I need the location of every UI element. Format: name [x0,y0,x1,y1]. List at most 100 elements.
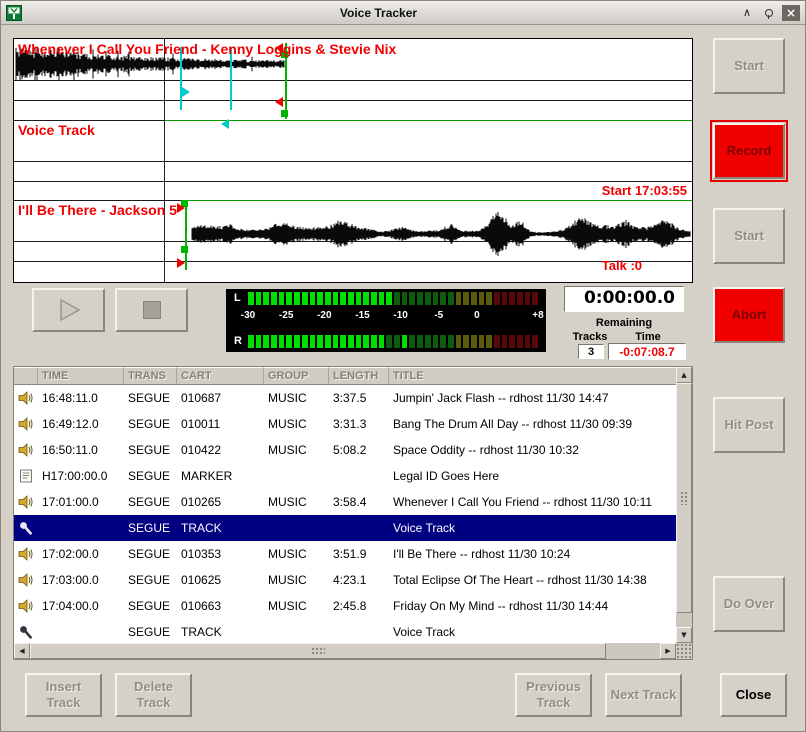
meter-segment [379,335,385,348]
hit-post-button[interactable]: Hit Post [713,397,785,453]
speaker-icon [14,546,38,562]
log-row[interactable]: 17:01:00.0SEGUE010265MUSIC3:58.4Whenever… [14,489,676,515]
header-time[interactable]: TIME [38,367,124,385]
record-button[interactable]: Record [713,123,785,179]
delete-track-button[interactable]: Delete Track [115,673,192,717]
meter-scale-label: 0 [474,310,480,321]
meter-segment [317,292,323,305]
elapsed-time-display: 0:00:00.0 [564,286,684,312]
cell-group: MUSIC [264,443,329,457]
pin-icon [765,9,773,17]
meter-segment [248,292,254,305]
start-track3-button[interactable]: Start [713,208,785,264]
log-row[interactable]: SEGUETRACKVoice Track [14,619,676,643]
meter-segment [440,292,446,305]
vertical-scroll-thumb[interactable] [676,383,692,613]
header-icon[interactable] [14,367,38,385]
do-over-button[interactable]: Do Over [713,576,785,632]
meter-left-row [248,292,538,305]
cell-time: 16:50:11.0 [38,443,124,457]
cell-title: Friday On My Mind -- rdhost 11/30 14:44 [389,599,676,613]
waveform-panel[interactable]: Whenever I Call You Friend - Kenny Loggi… [13,38,693,283]
cell-title: I'll Be There -- rdhost 11/30 10:24 [389,547,676,561]
fade-marker-icon[interactable] [177,258,185,268]
meter-segment [394,292,400,305]
log-row[interactable]: SEGUETRACKVoice Track [14,515,676,541]
cell-title: Legal ID Goes Here [389,469,676,483]
log-row[interactable]: 17:03:00.0SEGUE010625MUSIC4:23.1Total Ec… [14,567,676,593]
cell-group: MUSIC [264,547,329,561]
stop-button[interactable] [115,288,188,332]
abort-button[interactable]: Abort [713,287,785,343]
fade-marker-icon[interactable] [275,97,283,107]
scroll-up-button[interactable]: ▲ [676,367,692,383]
log-row[interactable]: 17:02:00.0SEGUE010353MUSIC3:51.9I'll Be … [14,541,676,567]
app-icon [6,4,23,21]
meter-scale-label: -10 [393,310,407,321]
meter-segment [294,292,300,305]
track3-start-marker[interactable] [185,202,187,270]
meter-segment [425,292,431,305]
cell-time: 16:49:12.0 [38,417,124,431]
meter-segment [517,292,523,305]
cell-title: Whenever I Call You Friend -- rdhost 11/… [389,495,676,509]
meter-segment [525,335,531,348]
header-cart[interactable]: CART [177,367,264,385]
log-row[interactable]: 16:50:11.0SEGUE010422MUSIC5:08.2Space Od… [14,437,676,463]
meter-segment [302,292,308,305]
header-length[interactable]: LENGTH [329,367,389,385]
audio-meter: L -30-25-20-15-10-50+8 R [226,289,546,352]
meter-scale-label: -25 [279,310,293,321]
log-row[interactable]: 16:48:11.0SEGUE010687MUSIC3:37.5Jumpin' … [14,385,676,411]
header-trans[interactable]: TRANS [124,367,177,385]
meter-segment [479,292,485,305]
cell-title: Voice Track [389,625,676,639]
next-track-button[interactable]: Next Track [605,673,682,717]
marker-handle-icon[interactable] [181,246,188,253]
meter-segment [509,335,515,348]
scroll-left-button[interactable]: ◀ [14,643,30,659]
log-row[interactable]: 16:49:12.0SEGUE010011MUSIC3:31.3Bang The… [14,411,676,437]
meter-segment [379,292,385,305]
cell-length: 3:37.5 [329,391,389,405]
meter-segment [502,335,508,348]
log-row[interactable]: H17:00:00.0SEGUEMARKERLegal ID Goes Here [14,463,676,489]
log-row[interactable]: 17:04:00.0SEGUE010663MUSIC2:45.8Friday O… [14,593,676,619]
horizontal-scrollbar[interactable]: ◀ ▶ [14,643,676,659]
horizontal-scroll-thumb[interactable] [30,643,606,659]
vertical-scrollbar[interactable]: ▲ ▼ [676,367,692,643]
meter-segment [471,335,477,348]
cell-trans: SEGUE [124,599,177,613]
marker-handle-icon[interactable] [281,110,288,117]
play-button[interactable] [32,288,105,332]
meter-segment [248,335,254,348]
scroll-right-button[interactable]: ▶ [660,643,676,659]
close-button[interactable]: Close [720,673,787,717]
speaker-icon [14,572,38,588]
insert-track-button[interactable]: Insert Track [25,673,102,717]
close-window-button[interactable]: × [782,5,800,21]
titlebar[interactable]: Voice Tracker ∧ × [1,1,805,25]
previous-track-button[interactable]: Previous Track [515,673,592,717]
start-track1-button[interactable]: Start [713,38,785,94]
header-group[interactable]: GROUP [264,367,329,385]
pin-window-button[interactable] [760,5,778,21]
meter-segment [532,292,538,305]
meter-segment [502,292,508,305]
talk-start-handle-icon[interactable] [182,87,190,97]
meter-segment [425,335,431,348]
scroll-down-button[interactable]: ▼ [676,627,692,643]
cell-title: Jumpin' Jack Flash -- rdhost 11/30 14:47 [389,391,676,405]
talk-end-handle-icon[interactable] [221,119,229,129]
meter-segment [333,292,339,305]
meter-segment [448,292,454,305]
fade-marker-icon[interactable] [177,203,185,213]
meter-segment [525,292,531,305]
cell-title: Total Eclipse Of The Heart -- rdhost 11/… [389,573,676,587]
meter-segment [340,292,346,305]
meter-segment [263,335,269,348]
shade-window-button[interactable]: ∧ [738,5,756,21]
meter-segment [417,292,423,305]
meter-right-row [248,335,538,348]
header-title[interactable]: TITLE [389,367,676,385]
